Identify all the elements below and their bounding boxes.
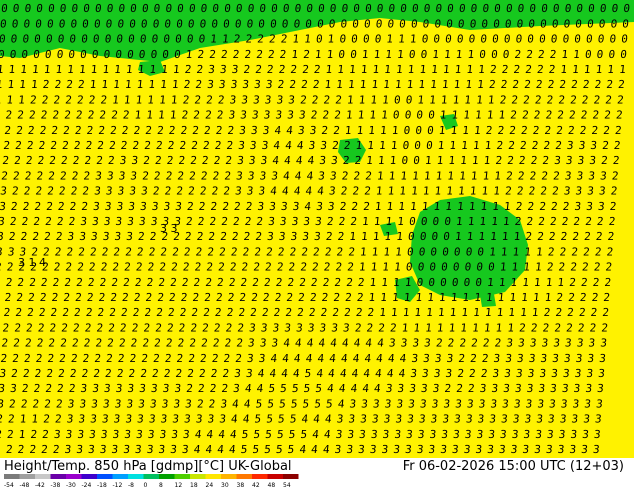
scale-swatch [252, 474, 268, 479]
scale-swatch [4, 474, 20, 479]
temperature-map: 0000000000000000000000000000000000000000… [0, 0, 634, 458]
scale-tick-label: -54 [4, 482, 14, 489]
scale-swatch [190, 474, 206, 479]
scale-swatch [143, 474, 159, 479]
scale-tick-label: 54 [283, 482, 291, 489]
temperature-label: 3 1 4 [18, 256, 46, 269]
scale-swatch [221, 474, 237, 479]
scale-tick-label: 42 [252, 482, 260, 489]
scale-tick-label: -12 [113, 482, 123, 489]
scale-swatch [81, 474, 97, 479]
scale-tick-label: 48 [268, 482, 276, 489]
scale-swatch [128, 474, 144, 479]
temperature-label: 3 3 [160, 222, 178, 235]
scale-swatch [174, 474, 190, 479]
scale-tick-label: -48 [20, 482, 30, 489]
scale-swatch [19, 474, 35, 479]
scale-swatch [159, 474, 175, 479]
scale-swatch [205, 474, 221, 479]
scale-tick-label: -38 [51, 482, 61, 489]
scale-tick-label: 30 [221, 482, 229, 489]
color-scale: -54 -48 -42 -38 -30 -24 -18 -12 -8 0 8 12 18 24 30 38 42… [4, 474, 299, 489]
scale-swatch [66, 474, 82, 479]
scale-swatch [267, 474, 283, 479]
scale-tick-label: 8 [159, 482, 163, 489]
scale-swatch [236, 474, 252, 479]
footer-bar: Height/Temp. 850 hPa [gdmp][°C] UK-Globa… [0, 458, 634, 490]
scale-tick-label: -8 [128, 482, 134, 489]
scale-swatch [112, 474, 128, 479]
scale-swatch [35, 474, 51, 479]
scale-tick-label: 24 [206, 482, 214, 489]
map-title: Height/Temp. 850 hPa [gdmp][°C] UK-Globa… [4, 459, 292, 474]
scale-tick-label: 38 [237, 482, 245, 489]
scale-tick-label: -30 [66, 482, 76, 489]
map-datetime: Fr 06-02-2026 15:00 UTC (12+03) [402, 459, 624, 474]
scale-tick-label: 18 [190, 482, 198, 489]
scale-tick-label: -24 [82, 482, 92, 489]
scale-tick-label: 12 [175, 482, 183, 489]
scale-tick-label: -18 [97, 482, 107, 489]
scale-tick-label: -42 [35, 482, 45, 489]
scale-swatch [283, 474, 299, 479]
scale-swatch [97, 474, 113, 479]
scale-swatch [50, 474, 66, 479]
scale-tick-label: 0 [144, 482, 148, 489]
